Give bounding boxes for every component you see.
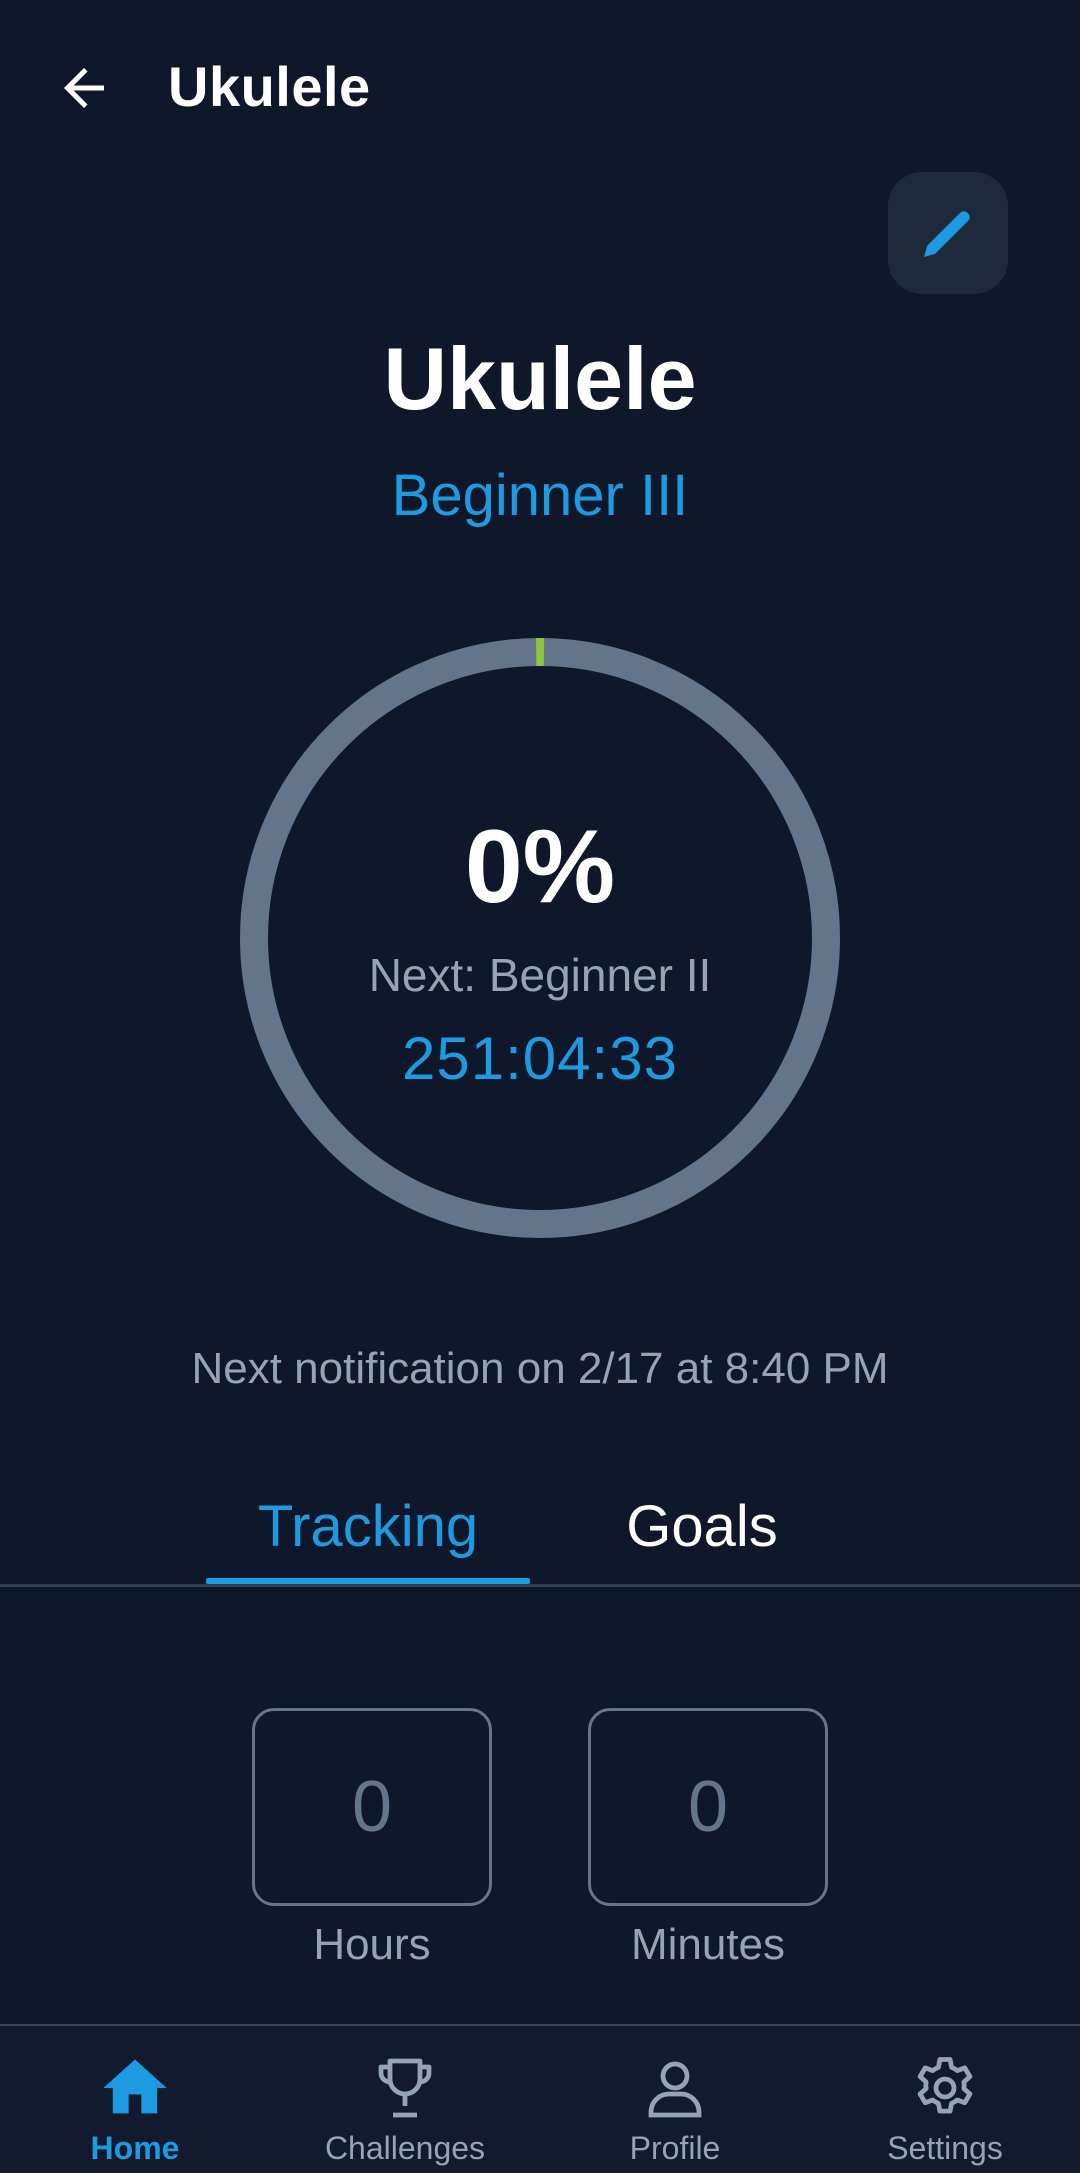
progress-ring-graphic (240, 638, 840, 1238)
pencil-icon (924, 211, 970, 257)
hours-input[interactable]: 0 (252, 1708, 492, 1906)
nav-profile-label: Profile (629, 2130, 721, 2166)
home-icon (95, 2048, 175, 2128)
tab-goals[interactable]: Goals (580, 1466, 824, 1586)
instrument-name: Ukulele (383, 329, 697, 428)
tab-bar: Tracking Goals (0, 1466, 1080, 1586)
person-icon (635, 2048, 715, 2128)
nav-home-label: Home (90, 2130, 180, 2166)
instrument-detail-screen: Ukulele Ukulele Beginner III 0% Next: Be… (0, 0, 1080, 2173)
time-remaining: 251:04:33 (402, 1025, 678, 1092)
nav-challenges[interactable]: Challenges (270, 2026, 540, 2173)
nav-home[interactable]: Home (0, 2026, 270, 2173)
tab-tracking[interactable]: Tracking (206, 1466, 530, 1586)
progress-percent: 0% (464, 809, 616, 925)
nav-challenges-label: Challenges (324, 2130, 486, 2166)
next-level-label: Next: Beginner II (368, 949, 712, 1001)
edit-button[interactable] (888, 172, 1008, 294)
hours-label: Hours (313, 1920, 431, 1969)
app-bar: Ukulele (0, 0, 1080, 172)
current-level: Beginner III (391, 463, 689, 528)
progress-ring: 0% Next: Beginner II 251:04:33 (240, 638, 840, 1238)
arrow-left-icon (64, 68, 104, 108)
minutes-label: Minutes (630, 1920, 786, 1969)
nav-settings[interactable]: Settings (810, 2026, 1080, 2173)
bottom-navigation: Home Challenges Profile Settings (0, 2024, 1080, 2173)
nav-profile[interactable]: Profile (540, 2026, 810, 2173)
app-bar-title: Ukulele (168, 55, 371, 118)
back-button[interactable] (48, 52, 120, 124)
nav-settings-label: Settings (887, 2130, 1003, 2166)
progress-ring-track (240, 638, 840, 1238)
minutes-input[interactable]: 0 (588, 1708, 828, 1906)
next-notification-text: Next notification on 2/17 at 8:40 PM (191, 1344, 889, 1393)
tab-divider (0, 1584, 1080, 1587)
trophy-icon (365, 2048, 445, 2128)
gear-icon (905, 2048, 985, 2128)
